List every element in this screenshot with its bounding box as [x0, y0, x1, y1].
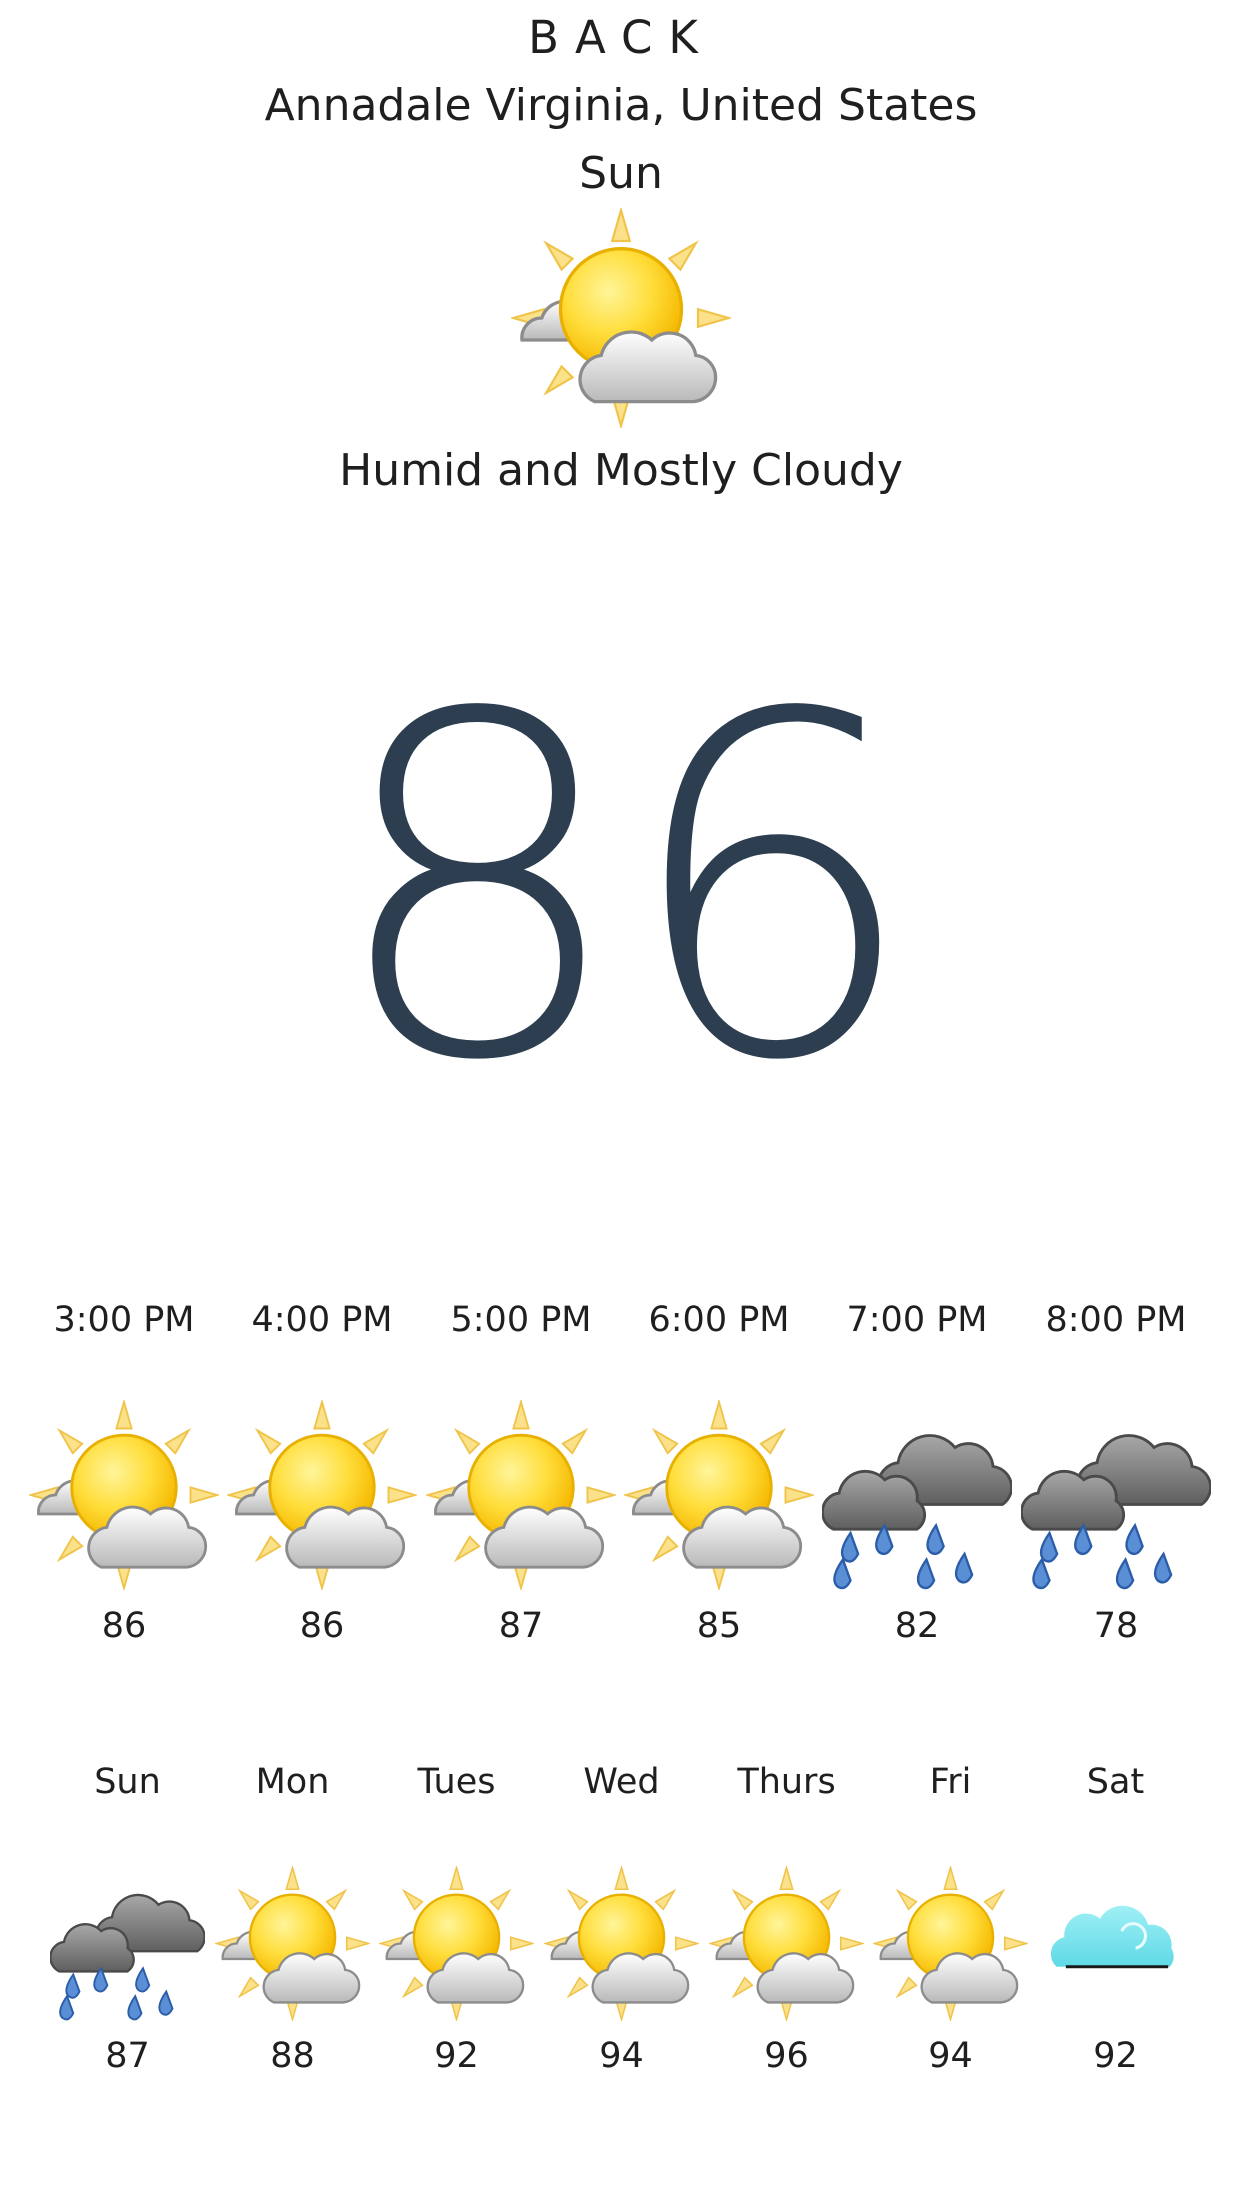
- daily-item: Wed 94: [539, 0, 704, 2208]
- daily-item: Mon 88: [210, 0, 375, 2208]
- daily-temp: 92: [1093, 2036, 1138, 2076]
- daily-item: Sat 92: [1033, 0, 1198, 2208]
- daily-day: Thurs: [737, 1762, 836, 1802]
- sun-cloud-icon: [215, 1866, 370, 2021]
- daily-day: Fri: [929, 1762, 972, 1802]
- daily-day: Sat: [1086, 1762, 1145, 1802]
- daily-item: Thurs 96: [704, 0, 869, 2208]
- daily-temp: 94: [928, 2036, 973, 2076]
- daily-day: Sun: [94, 1762, 161, 1802]
- daily-item: Sun 87: [45, 0, 210, 2208]
- rain-cloud-icon: [50, 1866, 205, 2021]
- daily-day: Wed: [583, 1762, 660, 1802]
- sun-cloud-icon: [379, 1866, 534, 2021]
- cloud-icon: [1038, 1866, 1193, 2021]
- sun-cloud-icon: [709, 1866, 864, 2021]
- daily-item: Tues 92: [374, 0, 539, 2208]
- daily-temp: 94: [599, 2036, 644, 2076]
- sun-cloud-icon: [544, 1866, 699, 2021]
- daily-day: Mon: [255, 1762, 330, 1802]
- daily-temp: 96: [764, 2036, 809, 2076]
- daily-temp: 88: [270, 2036, 315, 2076]
- daily-item: Fri 94: [868, 0, 1033, 2208]
- sun-cloud-icon: [873, 1866, 1028, 2021]
- daily-day: Tues: [417, 1762, 496, 1802]
- daily-temp: 92: [434, 2036, 479, 2076]
- daily-temp: 87: [105, 2036, 150, 2076]
